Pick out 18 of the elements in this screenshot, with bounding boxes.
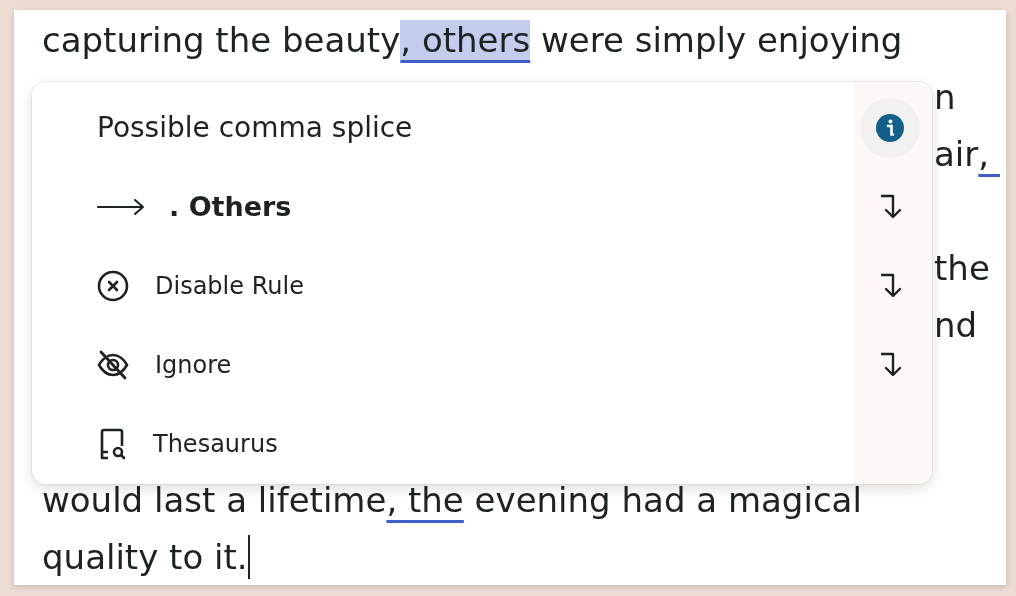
info-icon — [859, 97, 920, 158]
menu-item[interactable]: Ignore — [97, 325, 232, 404]
flagged-text[interactable]: , — [978, 133, 1000, 174]
suggestion-item[interactable]: . Others — [97, 167, 292, 246]
document-text: nd — [934, 304, 978, 345]
popup-title: Possible comma splice — [97, 110, 413, 146]
document-text: n — [934, 76, 956, 117]
document-text: air — [934, 133, 979, 174]
document-text: capturing the beauty — [42, 19, 401, 60]
flagged-text[interactable]: , the — [386, 479, 464, 520]
document-text: quality to it. — [42, 536, 248, 577]
menu-item[interactable]: Disable Rule — [97, 246, 304, 325]
x-circle-icon — [97, 269, 129, 302]
document-text: were simply enjoying — [540, 19, 903, 60]
document-text: evening had a magical — [473, 479, 862, 520]
flagged-text[interactable]: , others — [400, 19, 531, 60]
document-text: the — [934, 247, 990, 288]
eye-off-icon — [97, 348, 129, 381]
